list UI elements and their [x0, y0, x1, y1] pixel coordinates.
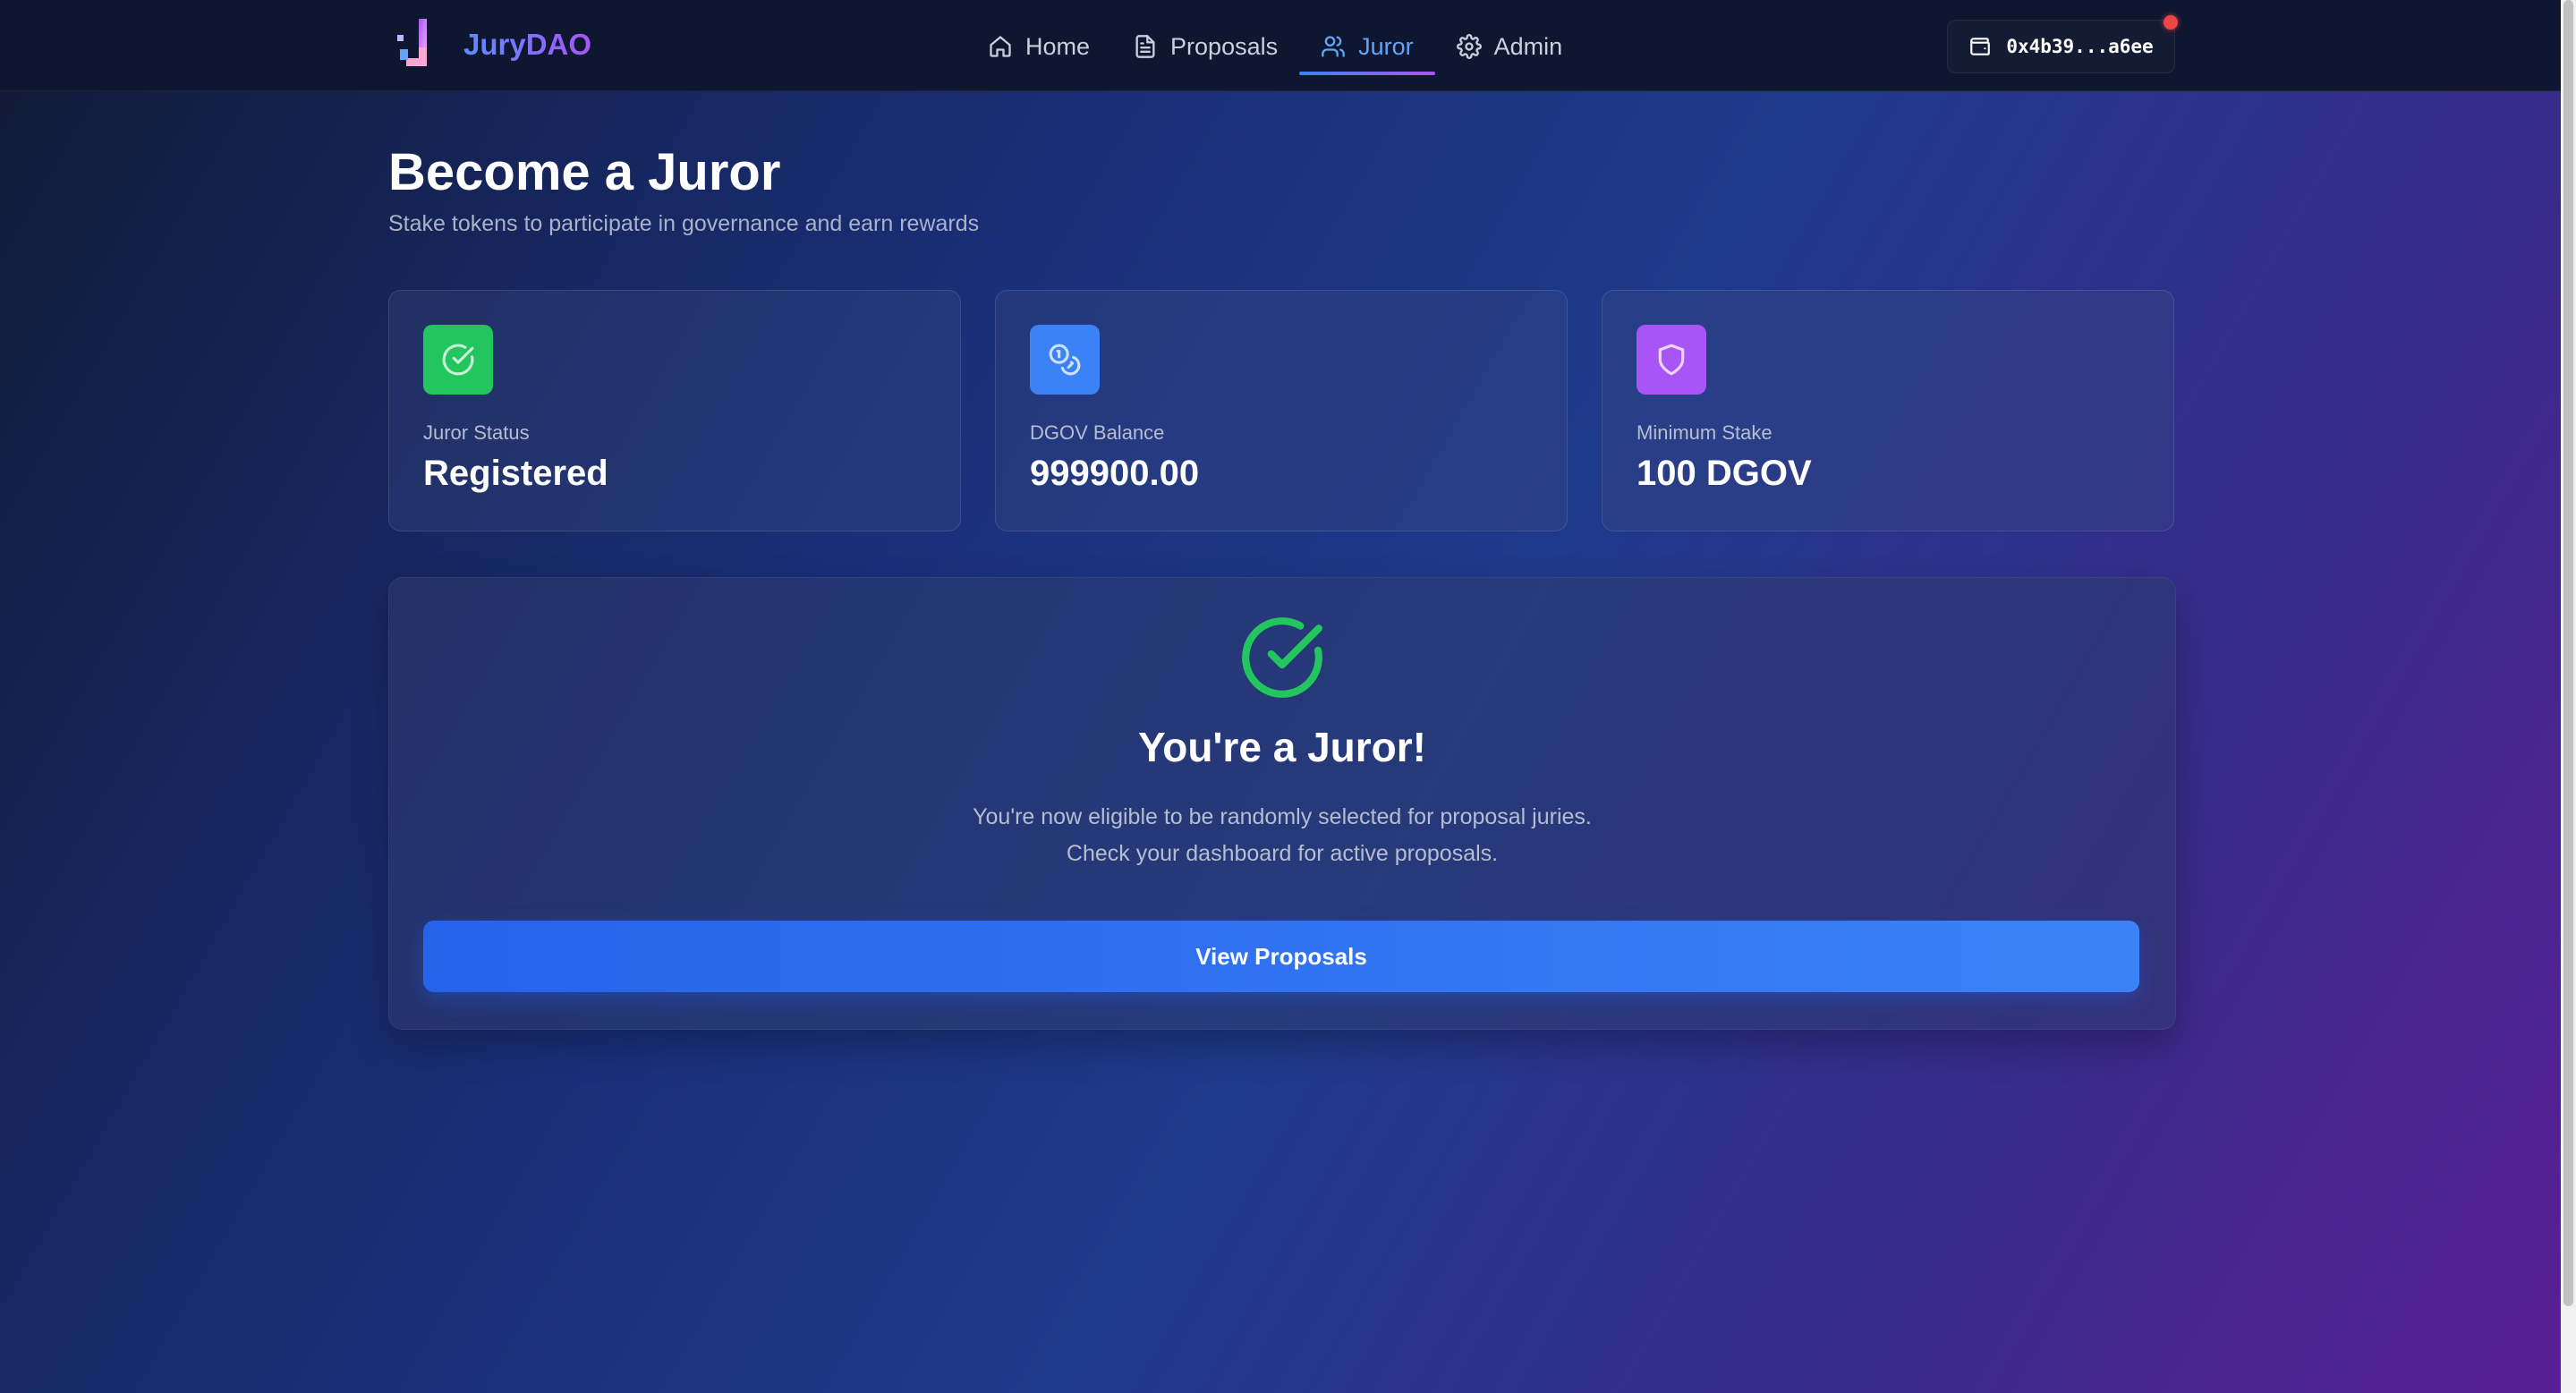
- juror-confirmation-panel: You're a Juror! You're now eligible to b…: [388, 577, 2176, 1030]
- users-icon: [1322, 36, 1345, 57]
- check-circle-icon: [1242, 617, 1322, 698]
- nav-item-label: Admin: [1493, 32, 1563, 60]
- brand-logo[interactable]: JuryDAO: [395, 16, 591, 73]
- coins-icon: [1030, 325, 1100, 395]
- home-icon: [990, 36, 1011, 57]
- view-proposals-button[interactable]: View Proposals: [423, 921, 2139, 992]
- vertical-scrollbar[interactable]: [2561, 0, 2576, 1393]
- nav-item-label: Juror: [1358, 32, 1414, 60]
- nav-item-label: Proposals: [1170, 32, 1279, 60]
- stat-card-juror-status: Juror Status Registered: [388, 290, 961, 531]
- page-title: Become a Juror: [388, 143, 781, 201]
- stat-value: 999900.00: [1030, 454, 1200, 493]
- gear-icon: [1456, 34, 1482, 59]
- nav-item-proposals[interactable]: Proposals: [1111, 21, 1299, 72]
- nav-item-juror[interactable]: Juror: [1299, 21, 1435, 75]
- stat-label: Minimum Stake: [1637, 421, 1773, 444]
- check-circle-icon: [423, 325, 493, 395]
- scrollbar-thumb[interactable]: [2563, 0, 2573, 1306]
- top-navbar: JuryDAO Home Proposals Juror Admin 0x4b3…: [0, 0, 2561, 91]
- stat-value: 100 DGOV: [1637, 454, 1812, 493]
- brand-name: JuryDAO: [463, 28, 592, 61]
- page-subtitle: Stake tokens to participate in governanc…: [388, 211, 980, 236]
- wallet-address: 0x4b39...a6ee: [2006, 36, 2154, 57]
- panel-description: You're now eligible to be randomly selec…: [973, 804, 1592, 829]
- shield-icon: [1637, 325, 1706, 395]
- wallet-button[interactable]: 0x4b39...a6ee: [1947, 15, 2178, 73]
- stat-card-dgov-balance: DGOV Balance 999900.00: [995, 290, 1568, 531]
- stat-label: DGOV Balance: [1030, 421, 1165, 444]
- stat-label: Juror Status: [423, 421, 530, 444]
- nav-item-home[interactable]: Home: [966, 21, 1111, 72]
- nav-item-admin[interactable]: Admin: [1435, 21, 1585, 72]
- wallet-icon: [1970, 38, 1991, 55]
- stat-value: Registered: [423, 454, 608, 493]
- notification-dot: [2164, 15, 2178, 30]
- jurydao-logo-icon: [397, 19, 427, 66]
- panel-title: You're a Juror!: [1138, 724, 1426, 770]
- document-icon: [1135, 35, 1155, 58]
- panel-description: Check your dashboard for active proposal…: [1066, 841, 1499, 866]
- stat-card-minimum-stake: Minimum Stake 100 DGOV: [1602, 290, 2174, 531]
- main-nav: Home Proposals Juror Admin: [966, 21, 1585, 75]
- nav-item-label: Home: [1025, 32, 1091, 60]
